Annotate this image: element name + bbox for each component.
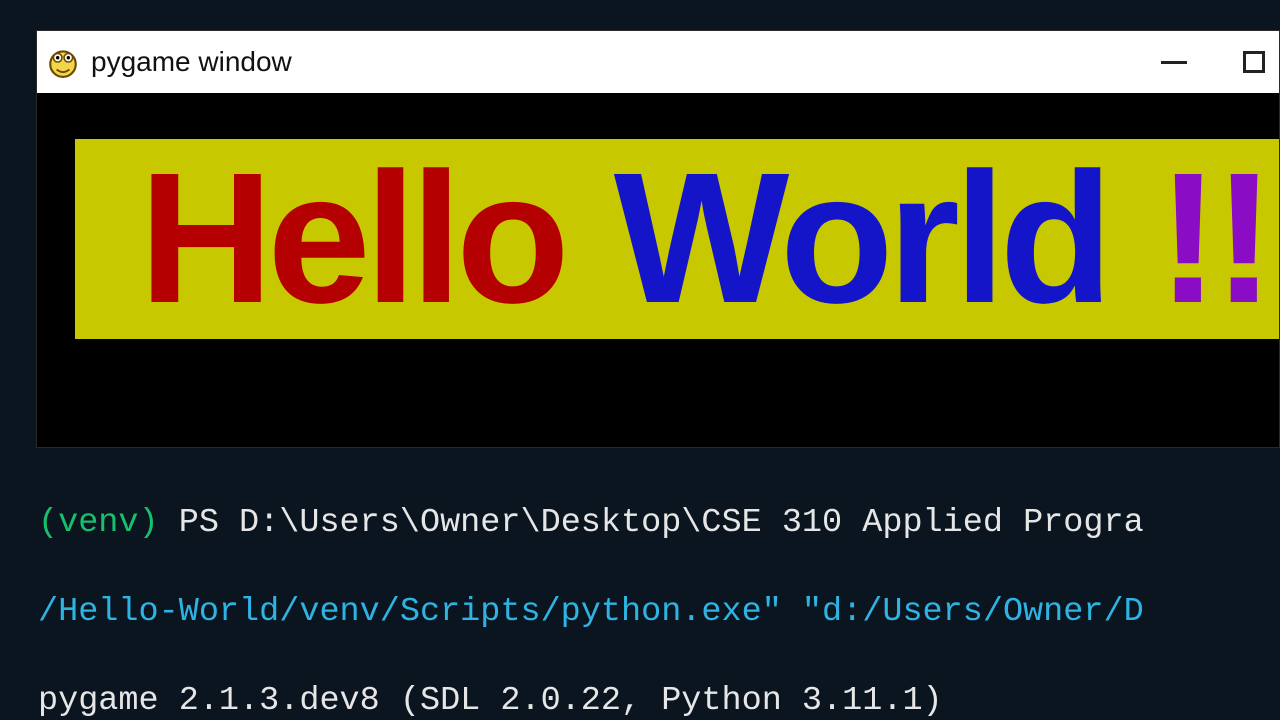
pygame-canvas: Hello World !! <box>37 93 1279 447</box>
minimize-button[interactable] <box>1157 45 1191 79</box>
pygame-snake-icon <box>45 44 81 80</box>
maximize-button[interactable] <box>1237 45 1271 79</box>
terminal[interactable]: (venv) PS D:\Users\Owner\Desktop\CSE 310… <box>38 456 1280 720</box>
hello-world-banner: Hello World !! <box>75 139 1279 339</box>
terminal-line-path: /Hello-World/venv/Scripts/python.exe" "d… <box>38 590 1280 635</box>
banner-word-world: World <box>614 146 1108 332</box>
banner-word-hello: Hello <box>139 146 564 332</box>
terminal-line-pygame: pygame 2.1.3.dev8 (SDL 2.0.22, Python 3.… <box>38 679 1280 720</box>
banner-bangs: !! <box>1157 146 1269 332</box>
terminal-line-prompt: (venv) PS D:\Users\Owner\Desktop\CSE 310… <box>38 501 1280 546</box>
titlebar[interactable]: pygame window <box>37 31 1279 93</box>
pygame-window: pygame window Hello World !! <box>36 30 1280 448</box>
window-controls <box>1157 45 1271 79</box>
window-title: pygame window <box>91 46 1147 78</box>
